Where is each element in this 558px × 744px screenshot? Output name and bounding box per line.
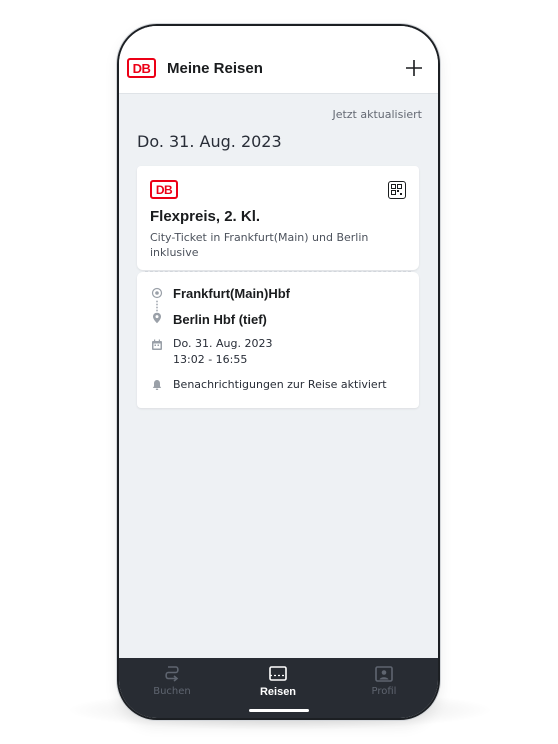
bottom-navigation: Buchen Reisen Profil: [119, 658, 438, 718]
db-logo: DB: [127, 58, 156, 78]
nav-label-profil: Profil: [371, 686, 397, 697]
qr-code-button[interactable]: [388, 181, 406, 199]
ticket-db-logo: DB: [150, 180, 178, 199]
destination-pin-icon: [153, 312, 161, 324]
bell-icon: [152, 380, 162, 390]
qr-code-icon: [391, 184, 402, 195]
page-title: Meine Reisen: [167, 60, 263, 77]
home-indicator[interactable]: [248, 709, 309, 712]
app-header: DB Meine Reisen: [119, 26, 438, 94]
trip-date-heading: Do. 31. Aug. 2023: [137, 132, 282, 151]
notification-status: Benachrichtigungen zur Reise aktiviert: [173, 378, 387, 391]
journey-date: Do. 31. Aug. 2023: [173, 337, 273, 350]
ticket-description: City-Ticket in Frankfurt(Main) und Berli…: [150, 231, 369, 259]
journey-time: 13:02 - 16:55: [173, 353, 248, 366]
nav-label-buchen: Buchen: [153, 686, 191, 697]
destination-station: Berlin Hbf (tief): [173, 312, 267, 327]
nav-tab-profil[interactable]: Profil: [349, 664, 419, 697]
app-screen: DB Meine Reisen Jetzt aktualisiert Do. 3…: [119, 26, 438, 718]
calendar-icon: [152, 339, 162, 350]
origin-icon: [151, 287, 163, 299]
ticket-title: Flexpreis, 2. Kl.: [150, 208, 261, 225]
origin-station: Frankfurt(Main)Hbf: [173, 286, 290, 301]
nav-label-reisen: Reisen: [259, 686, 297, 698]
plus-icon: [406, 60, 422, 76]
route-icon: [165, 666, 179, 682]
profile-icon: [375, 666, 393, 682]
journey-details[interactable]: Frankfurt(Main)Hbf Berlin Hbf (tief) Do.…: [137, 272, 419, 408]
nav-tab-buchen[interactable]: Buchen: [137, 664, 207, 697]
ticket-card[interactable]: DB Flexpreis, 2. Kl. City-Ticket in Fran…: [137, 166, 419, 270]
route-dots: [156, 300, 158, 312]
add-trip-button[interactable]: [402, 56, 426, 80]
nav-tab-reisen[interactable]: Reisen: [243, 664, 313, 698]
ticket-icon: [269, 666, 287, 681]
phone-frame: DB Meine Reisen Jetzt aktualisiert Do. 3…: [117, 24, 440, 720]
update-status: Jetzt aktualisiert: [332, 108, 422, 121]
